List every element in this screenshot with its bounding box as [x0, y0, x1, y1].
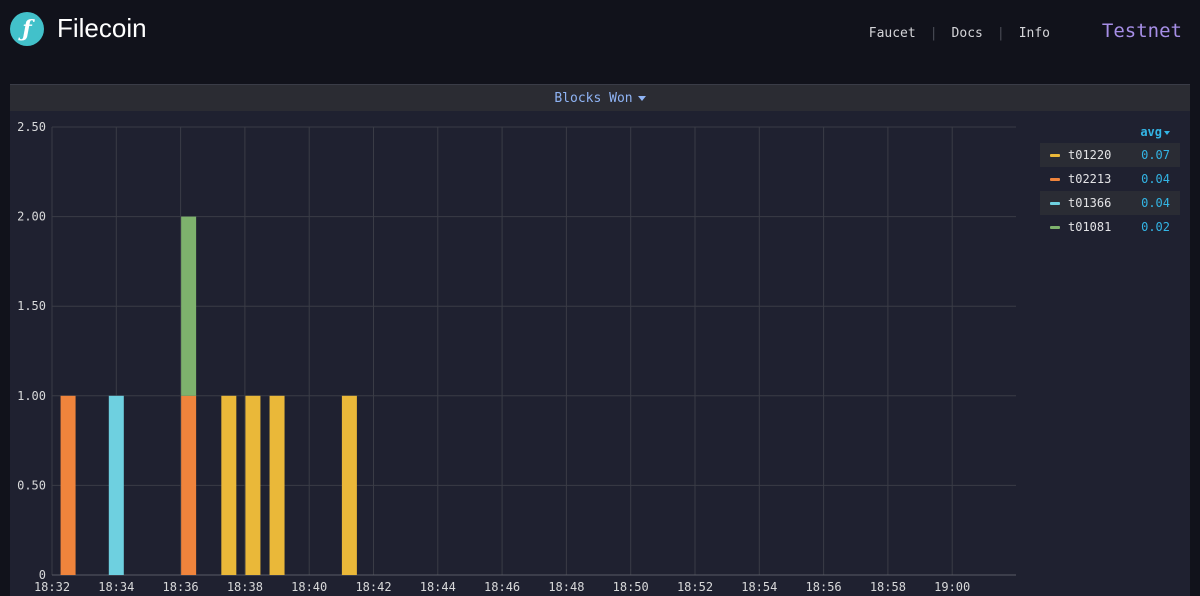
nav-link-faucet[interactable]: Faucet: [869, 26, 916, 41]
nav-separator: |: [929, 26, 938, 41]
bar-t01220[interactable]: [221, 395, 237, 575]
blocks-won-chart: 00.501.001.502.002.50 18:32 18:34 18:36 18:…: [17, 120, 1016, 594]
legend-swatch: [1050, 225, 1060, 229]
x-tick-label: 18:42: [355, 580, 391, 594]
legend-item-name: t01220: [1068, 148, 1112, 162]
x-tick-label: 18:46: [484, 580, 520, 594]
x-tick-label: 18:56: [806, 580, 842, 594]
y-tick-label: 2.00: [17, 210, 46, 224]
legend-item-avg: 0.07: [1141, 148, 1170, 162]
y-tick-label: 1.50: [17, 299, 46, 313]
bar-t01220[interactable]: [341, 395, 357, 575]
x-tick-label: 18:40: [291, 580, 327, 594]
top-bar: ƒ Filecoin Faucet | Docs | Info Testnet: [0, 0, 1200, 64]
nav-separator: |: [996, 26, 1005, 41]
legend-swatch: [1050, 201, 1060, 205]
x-axis: 18:32 18:34 18:36 18:38 18:40 18:42 18:44 18:46…: [34, 580, 970, 594]
chart-panel: Blocks Won 0 0.50 1.00 1.50 2.00 2.50 18:32 18…: [10, 84, 1190, 596]
legend-swatch: [1050, 177, 1060, 181]
legend-item-name: t01081: [1068, 220, 1112, 234]
chart-grid: [51, 126, 1016, 576]
y-axis: 00.501.001.502.002.50: [17, 120, 46, 582]
x-tick-label: 19:00: [934, 580, 970, 594]
x-tick-label: 18:54: [741, 580, 777, 594]
x-tick-label: 18:44: [420, 580, 456, 594]
x-tick-label: 18:32: [34, 580, 70, 594]
legend-item-t01081[interactable]: t01081 0.02: [1040, 215, 1180, 239]
legend-item-avg: 0.04: [1141, 172, 1170, 186]
chart-legend: avg t01220 0.07 t02213 0.04 t01366 0.04 …: [1040, 125, 1180, 239]
bar-t02213[interactable]: [60, 395, 76, 575]
x-tick-label: 18:50: [613, 580, 649, 594]
legend-item-avg: 0.04: [1141, 196, 1170, 210]
bar-t01081[interactable]: [181, 216, 197, 396]
x-tick-label: 18:34: [98, 580, 134, 594]
x-tick-label: 18:58: [870, 580, 906, 594]
legend-item-t01220[interactable]: t01220 0.07: [1040, 143, 1180, 167]
y-tick-label: 0.50: [17, 478, 46, 492]
filecoin-logo-icon[interactable]: ƒ: [10, 12, 44, 46]
bar-t01220[interactable]: [269, 395, 285, 575]
bar-t02213[interactable]: [181, 395, 197, 575]
x-tick-label: 18:48: [548, 580, 584, 594]
caret-down-icon: [1164, 130, 1170, 135]
legend-item-t01366[interactable]: t01366 0.04: [1040, 191, 1180, 215]
nav-link-info[interactable]: Info: [1019, 26, 1050, 41]
x-tick-label: 18:36: [163, 580, 199, 594]
legend-swatch: [1050, 153, 1060, 157]
legend-item-t02213[interactable]: t02213 0.04: [1040, 167, 1180, 191]
legend-sort-avg[interactable]: avg: [1040, 125, 1180, 143]
legend-item-name: t02213: [1068, 172, 1112, 186]
x-tick-label: 18:52: [677, 580, 713, 594]
y-tick-label: 2.50: [17, 120, 46, 134]
brand-name[interactable]: Filecoin: [57, 13, 147, 44]
x-tick-label: 18:38: [227, 580, 263, 594]
legend-column-label: avg: [1140, 125, 1162, 139]
legend-item-name: t01366: [1068, 196, 1112, 210]
bar-t01220[interactable]: [245, 395, 261, 575]
legend-item-avg: 0.02: [1141, 220, 1170, 234]
bar-t01366[interactable]: [108, 395, 124, 575]
nav-link-docs[interactable]: Docs: [952, 26, 983, 41]
y-tick-label: 1.00: [17, 389, 46, 403]
network-label[interactable]: Testnet: [1102, 20, 1182, 42]
top-nav: Faucet | Docs | Info: [869, 26, 1050, 41]
